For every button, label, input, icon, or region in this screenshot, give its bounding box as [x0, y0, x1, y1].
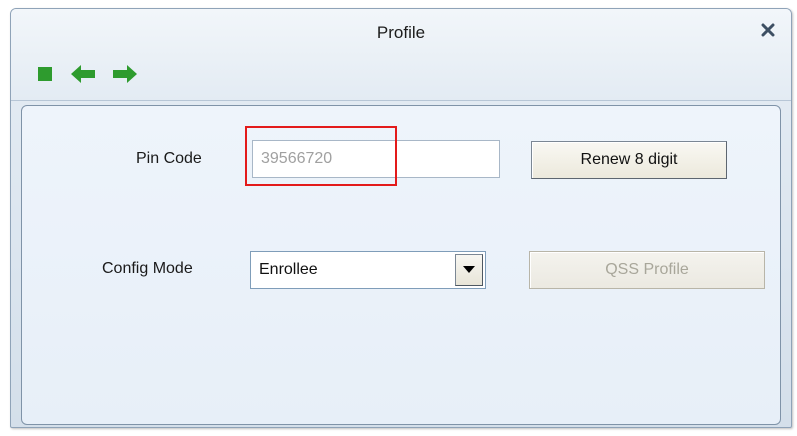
- title-bar: Profile: [11, 9, 791, 101]
- back-arrow-icon: [71, 65, 95, 83]
- back-button[interactable]: [71, 65, 95, 83]
- config-mode-select[interactable]: Enrollee: [250, 251, 486, 289]
- toolbar: [37, 65, 137, 83]
- chevron-down-icon: [463, 266, 475, 273]
- renew-8-digit-button[interactable]: Renew 8 digit: [531, 141, 727, 179]
- qss-profile-button[interactable]: QSS Profile: [529, 251, 765, 289]
- config-mode-label: Config Mode: [102, 260, 193, 277]
- close-icon: [761, 23, 775, 37]
- pin-code-field[interactable]: [252, 140, 500, 178]
- stop-button[interactable]: [37, 66, 53, 82]
- profile-window: Profile Pin Code 39566720 Renew 8 digit …: [10, 8, 792, 428]
- content-panel: Pin Code Renew 8 digit Config Mode Enrol…: [21, 105, 781, 425]
- config-mode-selected-value: Enrollee: [259, 261, 318, 278]
- dropdown-button[interactable]: [455, 254, 483, 286]
- forward-arrow-icon: [113, 65, 137, 83]
- pin-code-label: Pin Code: [136, 150, 202, 167]
- forward-button[interactable]: [113, 65, 137, 83]
- close-button[interactable]: [757, 19, 779, 41]
- window-title: Profile: [376, 23, 426, 42]
- stop-icon: [38, 67, 52, 81]
